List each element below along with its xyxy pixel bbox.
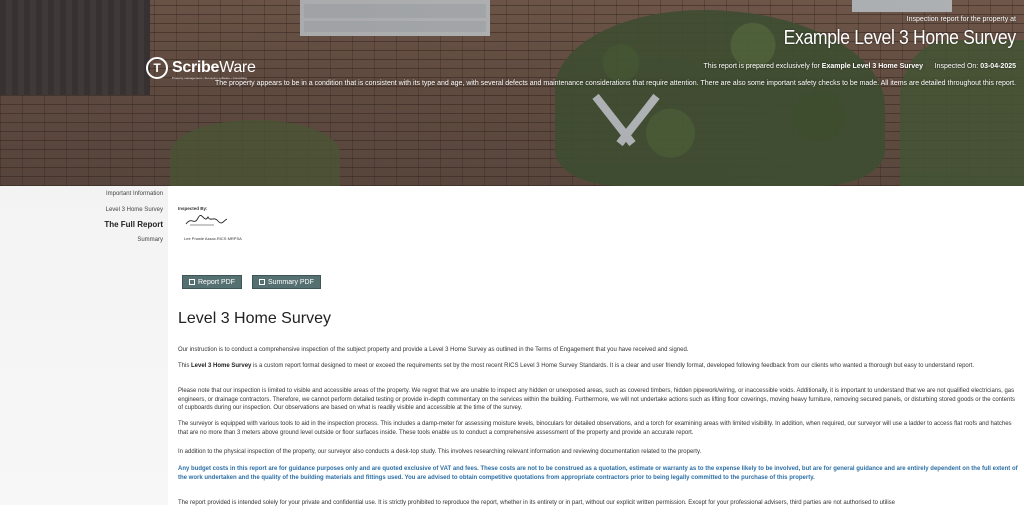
sidebar-item-level-3-home-survey[interactable]: Level 3 Home Survey (106, 207, 163, 213)
brand-name-light: Ware (219, 59, 256, 76)
inspected-by-label: Inspected By: (178, 206, 208, 211)
prepared-for: Example Level 3 Home Survey (821, 63, 923, 70)
paragraph-format: This Level 3 Home Survey is a custom rep… (178, 363, 975, 369)
inspected-label: Inspected On: (934, 63, 979, 70)
brand-name-bold: Scribe (172, 59, 220, 76)
paragraph-limitations: Please note that our inspection is limit… (178, 388, 1015, 411)
pdf-icon (259, 279, 265, 285)
inspected-date: 03-04-2025 (980, 63, 1016, 70)
inspector-name: Lee Prowle Assoc.RICS MRPSA (184, 236, 242, 241)
budget-notice: Any budget costs in this report are for … (178, 466, 1018, 481)
sidebar-item-full-report[interactable]: The Full Report (104, 220, 163, 229)
summary-pdf-button[interactable]: Summary PDF (252, 275, 321, 289)
signature-image (185, 215, 228, 226)
report-pretitle: Inspection report for the property at (906, 16, 1016, 23)
scribeware-logo-icon: T (146, 57, 168, 79)
report-title: Example Level 3 Home Survey (783, 27, 1016, 49)
report-meta: This report is prepared exclusively for … (704, 63, 1016, 70)
report-summary-description: The property appears to be in a conditio… (214, 80, 1016, 87)
page-title: Level 3 Home Survey (178, 310, 331, 327)
pdf-icon (189, 279, 195, 285)
brand-logo[interactable]: T ScribeWare Property management • Surve… (146, 57, 256, 80)
prepared-prefix: This report is prepared exclusively for (703, 63, 820, 70)
hero-banner: T ScribeWare Property management • Surve… (0, 0, 1024, 186)
summary-pdf-label: Summary PDF (268, 278, 314, 286)
sidebar-item-summary[interactable]: Summary (137, 237, 163, 243)
main-content: Inspected By: Lee Prowle Assoc.RICS MRPS… (168, 186, 1024, 506)
sidebar-item-important-information[interactable]: Important Information (106, 191, 163, 197)
level3-bold: Level 3 Home Survey (191, 363, 252, 369)
report-pdf-label: Report PDF (198, 278, 235, 286)
paragraph-confidential: The report provided is intended solely f… (178, 500, 896, 506)
report-pdf-button[interactable]: Report PDF (182, 275, 242, 289)
sidebar: Important Information Level 3 Home Surve… (0, 186, 168, 505)
paragraph-desktop-study: In addition to the physical inspection o… (178, 449, 702, 455)
paragraph-instruction: Our instruction is to conduct a comprehe… (178, 347, 689, 353)
paragraph-tools: The surveyor is equipped with various to… (178, 421, 1012, 436)
